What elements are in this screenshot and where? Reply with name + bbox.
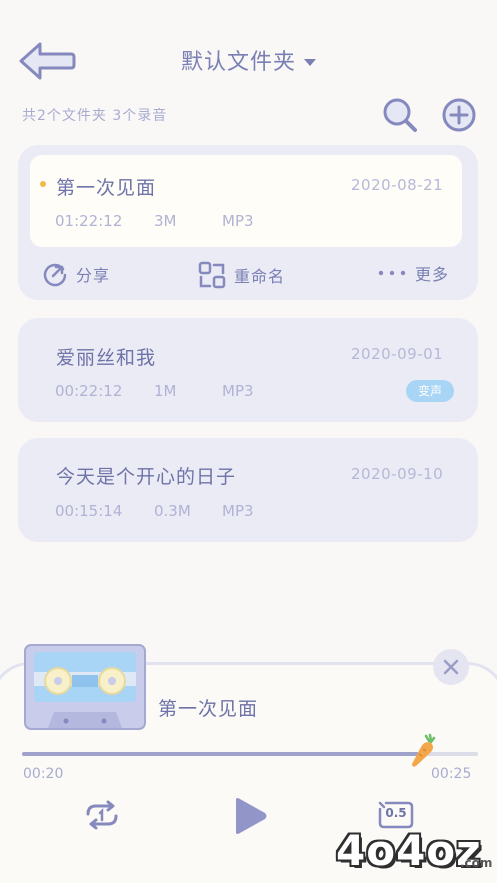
- cassette-artwork: [24, 644, 146, 730]
- play-button[interactable]: [228, 795, 270, 837]
- recording-size: 3M: [154, 212, 177, 230]
- repeat-one-button[interactable]: [84, 800, 120, 830]
- search-icon: [383, 98, 417, 132]
- recording-format: MP3: [222, 382, 254, 400]
- rename-label: 重命名: [234, 267, 286, 286]
- caret-down-icon: [304, 59, 316, 66]
- share-label: 分享: [76, 266, 111, 285]
- close-player-button[interactable]: [433, 649, 469, 685]
- total-time: 00:25: [431, 766, 472, 782]
- folder-title: 默认文件夹: [180, 50, 296, 75]
- search-button[interactable]: [380, 96, 420, 134]
- recording-name: 第一次见面: [56, 177, 157, 199]
- rename-button[interactable]: 重命名: [198, 261, 285, 289]
- selected-dot-icon: [40, 181, 46, 187]
- site-watermark-suffix: .com: [460, 856, 493, 870]
- rename-icon: [198, 261, 226, 289]
- folder-summary: 共2个文件夹 3个录音: [22, 108, 168, 124]
- progress-handle-carrot-icon[interactable]: [409, 733, 437, 769]
- current-time: 00:20: [23, 766, 64, 782]
- folder-title-dropdown[interactable]: 默认文件夹: [0, 44, 497, 76]
- recording-size: 0.3M: [154, 502, 191, 520]
- playback-speed-label: 0.5: [385, 806, 407, 820]
- recording-format: MP3: [222, 502, 254, 520]
- close-icon: [443, 659, 459, 675]
- recording-size: 1M: [154, 382, 177, 400]
- voice-change-badge: 变声: [406, 380, 454, 402]
- play-icon: [236, 798, 267, 834]
- recording-card[interactable]: [18, 438, 478, 542]
- progress-fill: [22, 752, 419, 756]
- recording-duration: 01:22:12: [55, 212, 123, 230]
- cassette-icon: [24, 644, 146, 730]
- share-icon: [43, 263, 67, 287]
- recording-card[interactable]: [18, 318, 478, 422]
- repeat-one-icon: [86, 800, 118, 830]
- recording-duration: 00:22:12: [55, 382, 123, 400]
- recording-format: MP3: [222, 212, 254, 230]
- recording-date: 2020-09-01: [351, 345, 444, 363]
- recording-duration: 00:15:14: [55, 502, 123, 520]
- more-label: 更多: [415, 265, 450, 284]
- more-button[interactable]: 更多: [377, 261, 449, 285]
- recording-date: 2020-09-10: [351, 465, 444, 483]
- more-dots-icon: [378, 270, 406, 276]
- recording-name: 今天是个开心的日子: [56, 466, 237, 488]
- share-button[interactable]: 分享: [42, 261, 110, 287]
- plus-circle-icon: [442, 98, 476, 132]
- now-playing-title: 第一次见面: [158, 698, 259, 720]
- recording-card-highlight: [30, 155, 462, 247]
- add-button[interactable]: [441, 97, 477, 133]
- recording-name: 爱丽丝和我: [56, 347, 157, 369]
- recording-date: 2020-08-21: [351, 176, 444, 194]
